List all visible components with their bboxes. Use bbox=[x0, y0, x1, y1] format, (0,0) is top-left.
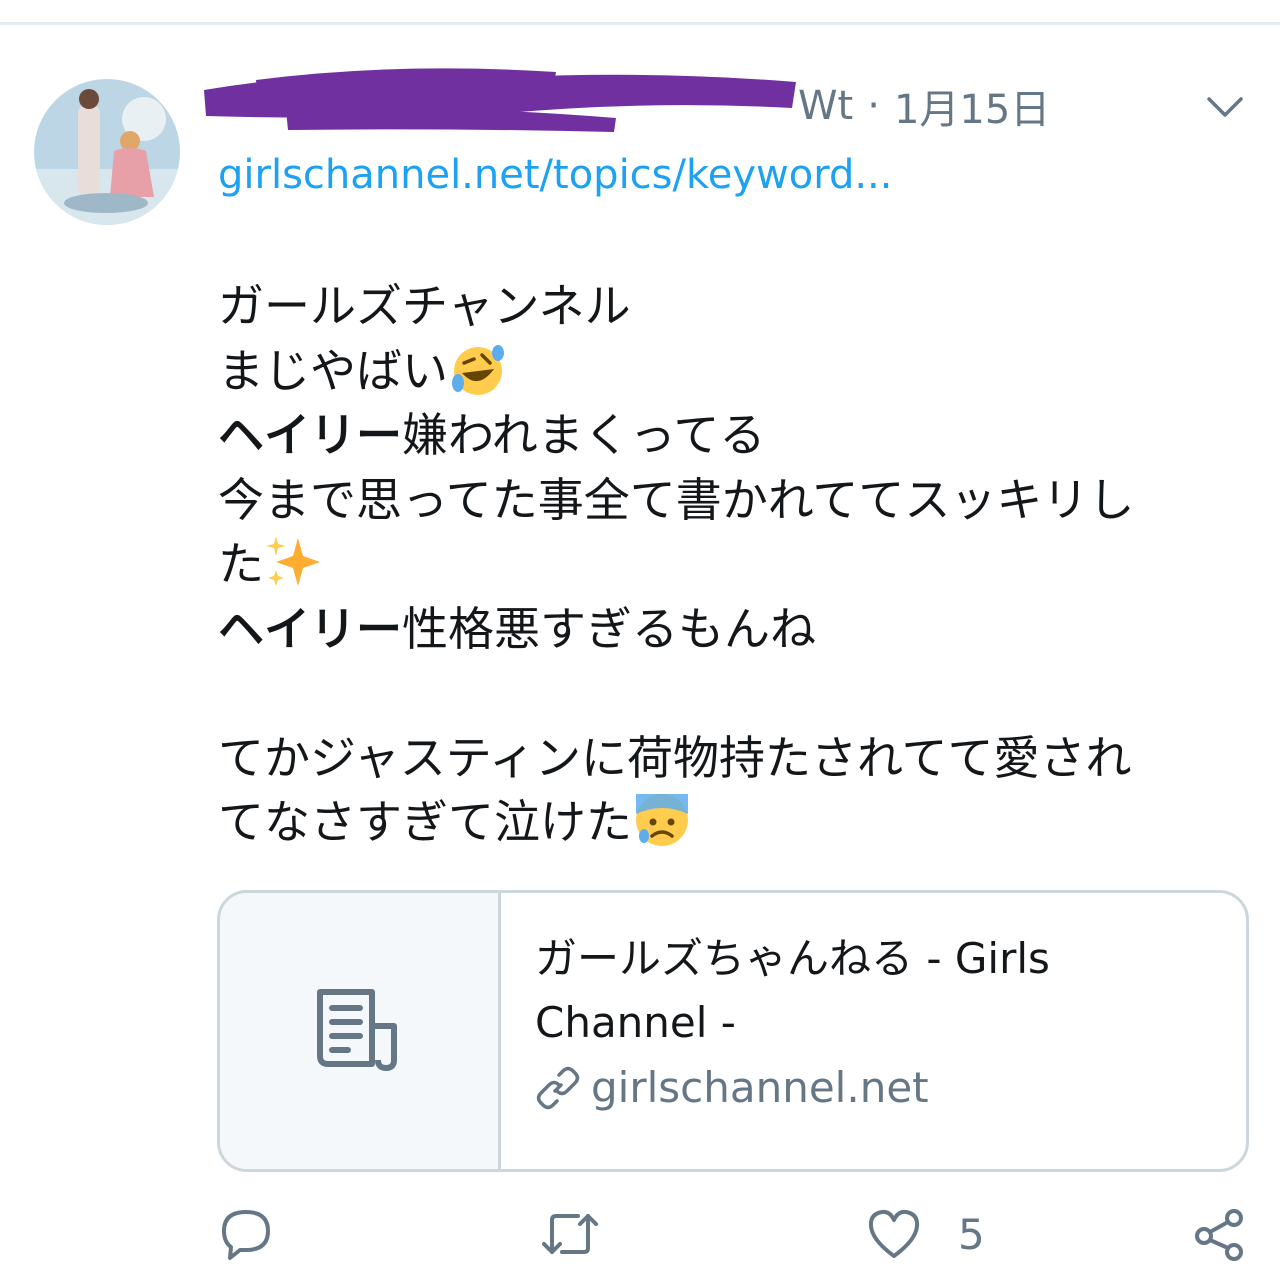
card-title-line-1: ガールズちゃんねる - Girls bbox=[535, 934, 1050, 983]
card-body: ガールズちゃんねる - Girls Channel - girlschannel… bbox=[501, 893, 1246, 1169]
text-line-8: てかジャスティンに荷物持たされてて愛され bbox=[218, 730, 1132, 785]
link-card[interactable]: ガールズちゃんねる - Girls Channel - girlschannel… bbox=[217, 890, 1249, 1172]
share-icon bbox=[1195, 1209, 1243, 1261]
tweet-date[interactable]: 1月15日 bbox=[894, 77, 1050, 135]
text-line-5: た bbox=[218, 532, 1228, 597]
tweet-header: Wt · 1月15日 bbox=[218, 78, 1050, 134]
reply-button[interactable] bbox=[218, 1206, 274, 1262]
chevron-down-icon[interactable] bbox=[1200, 84, 1250, 130]
tweet-link[interactable]: girlschannel.net/topics/keyword... bbox=[218, 152, 892, 198]
share-button[interactable] bbox=[1192, 1206, 1248, 1262]
action-bar: 5 bbox=[0, 1200, 1280, 1269]
like-count: 5 bbox=[958, 1209, 985, 1259]
card-title: ガールズちゃんねる - Girls Channel - bbox=[535, 927, 1216, 1055]
card-thumbnail bbox=[220, 893, 501, 1169]
retweet-button[interactable] bbox=[538, 1206, 602, 1262]
separator-dot: · bbox=[867, 83, 880, 129]
text-line-6: ヘイリー性格悪すぎるもんね bbox=[218, 601, 816, 656]
text-line-1: ガールズチャンネル bbox=[218, 279, 631, 333]
sparkles-emoji-icon bbox=[266, 536, 320, 586]
card-domain: girlschannel.net bbox=[591, 1063, 929, 1112]
reply-icon bbox=[222, 1210, 270, 1260]
heart-icon bbox=[868, 1209, 920, 1258]
top-divider bbox=[0, 22, 1280, 25]
card-domain-row: girlschannel.net bbox=[535, 1063, 1216, 1112]
card-title-line-2: Channel - bbox=[535, 998, 736, 1047]
text-line-3: ヘイリー嫌われまくってる bbox=[218, 408, 766, 462]
document-icon bbox=[317, 989, 397, 1071]
text-line-9: てなさすぎて泣けた bbox=[218, 790, 1228, 855]
text-blank-line bbox=[218, 661, 1228, 726]
link-icon bbox=[536, 1066, 580, 1109]
retweet-icon bbox=[542, 1214, 598, 1254]
text-line-4: 今まで思ってた事全て書かれててスッキリし bbox=[218, 472, 1135, 527]
like-button[interactable]: 5 bbox=[866, 1206, 985, 1262]
text-line-2: まじやばい bbox=[218, 339, 1228, 404]
user-handle[interactable]: Wt bbox=[798, 83, 853, 129]
rolling-laughing-emoji-icon bbox=[452, 344, 504, 395]
anxious-sweat-emoji-icon bbox=[636, 794, 688, 846]
avatar[interactable] bbox=[34, 79, 180, 225]
tweet-text: ガールズチャンネル まじやばい ヘイリー嫌われまくってる 今まで思ってた事全て書… bbox=[218, 274, 1228, 855]
